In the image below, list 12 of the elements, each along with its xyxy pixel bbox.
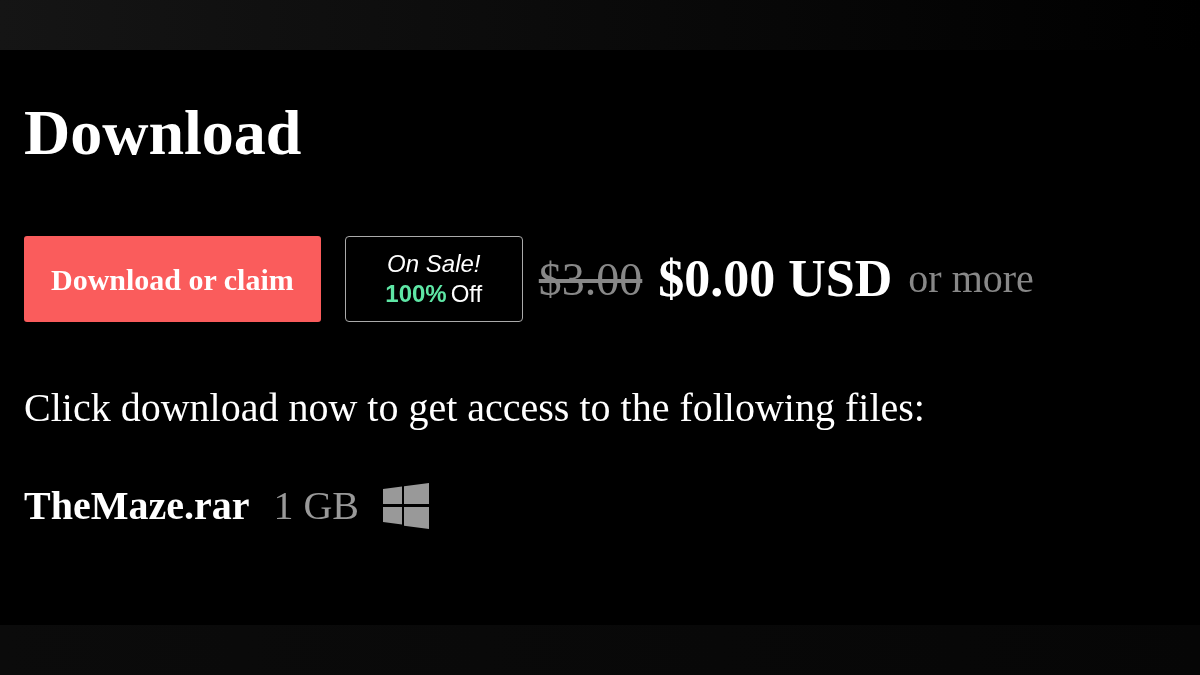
instructions-text: Click download now to get access to the following files: <box>24 384 926 433</box>
original-price: $3.00 <box>538 252 643 307</box>
window-grid-icon <box>383 483 430 530</box>
download-button[interactable]: Download or claim <box>24 236 321 323</box>
current-price: $0.00 USD <box>658 249 893 310</box>
price-note: or more <box>908 255 1034 304</box>
page-title: Download <box>24 98 303 169</box>
discount-suffix: Off <box>450 279 483 310</box>
file-size: 1 GB <box>273 482 360 531</box>
sale-label: On Sale! <box>387 249 481 280</box>
file-name: TheMaze.rar <box>24 482 250 531</box>
discount-percent: 100% <box>385 279 447 310</box>
